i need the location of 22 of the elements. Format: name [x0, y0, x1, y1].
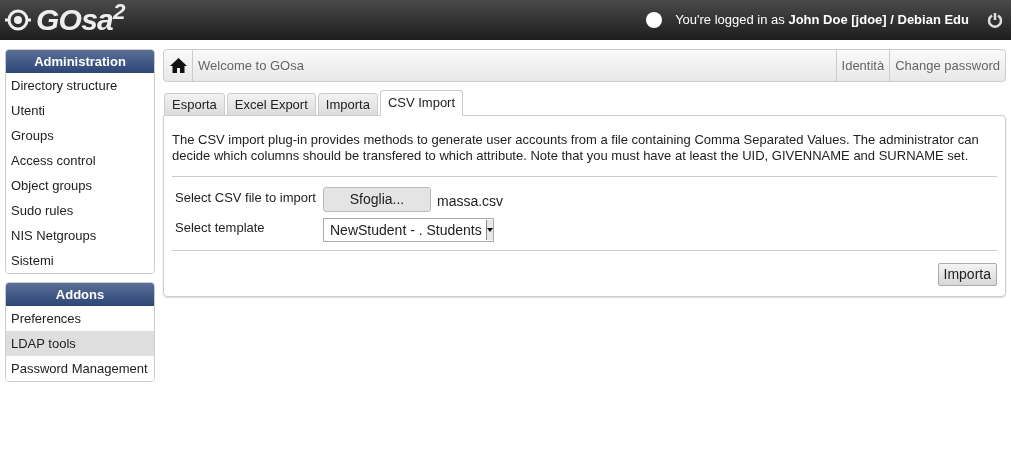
page-title: Welcome to GOsa — [197, 56, 305, 75]
import-button[interactable]: Importa — [937, 263, 997, 286]
panel-title: Addons — [6, 283, 154, 306]
browse-button[interactable]: Sfoglia... — [323, 187, 431, 212]
header-link[interactable]: Identità — [835, 50, 890, 81]
panel-title: Administration — [6, 50, 154, 73]
tab[interactable]: Esporta — [164, 93, 225, 116]
file-name: massa.csv — [437, 192, 504, 211]
tab[interactable]: Excel Export — [226, 93, 316, 116]
field-label: Select CSV file to import — [175, 189, 317, 207]
logo-text: GOsa$^{2}$ — [36, 5, 125, 35]
login-info: You're logged in as John Doe [jdoe] / Debian Edu — [675, 11, 969, 30]
logo-icon — [4, 8, 32, 32]
description: The CSV import plug-in provides methods to generate user accounts from a file containing Comma Separated Values. The administrator can decide which columns should be transfered to which attribute. Note that you must have at least the UID, GIVENNAME and SURNAME set. — [172, 132, 980, 164]
sidebar-item[interactable]: LDAP tools — [6, 331, 154, 356]
tab[interactable]: CSV Import — [379, 90, 464, 116]
home-icon[interactable] — [169, 58, 187, 73]
header-link[interactable]: Change password — [889, 50, 1005, 81]
tab[interactable]: Importa — [317, 93, 378, 116]
template-select[interactable]: NewStudent - . Students — [323, 218, 494, 242]
power-icon[interactable] — [987, 12, 1003, 28]
field-label: Select template — [175, 219, 266, 237]
